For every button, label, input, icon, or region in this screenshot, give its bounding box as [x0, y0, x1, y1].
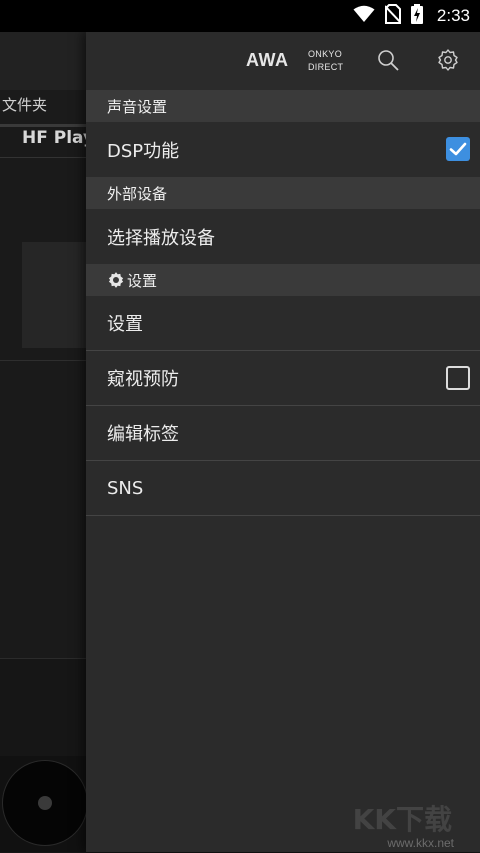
battery-charging-icon — [410, 4, 423, 28]
navigation-drawer: AWA ONKYO DIRECT 声音设置 DSP功能 外部设备 选择播放设备 … — [86, 32, 480, 852]
menu-item-sns[interactable]: SNS — [86, 461, 480, 516]
section-settings: 设置 — [86, 264, 480, 296]
gear-icon — [436, 48, 460, 76]
menu-item-label: 窥视预防 — [107, 369, 179, 390]
onkyo-line2: DIRECT — [308, 62, 344, 72]
menu-item-peek-protect[interactable]: 窥视预防 — [86, 351, 480, 406]
onkyo-direct-logo[interactable]: ONKYO DIRECT — [308, 48, 343, 74]
album-card[interactable] — [22, 242, 90, 348]
section-sound-settings: 声音设置 — [86, 90, 480, 122]
gear-icon — [107, 271, 125, 289]
menu-item-label: 设置 — [107, 314, 143, 335]
background-list-title[interactable]: HF Play — [22, 128, 94, 148]
status-bar: 2:33 — [0, 0, 480, 32]
watermark-text: www.kkx.net — [387, 836, 454, 850]
wifi-icon — [353, 5, 375, 27]
awa-logo[interactable]: AWA — [246, 50, 289, 71]
settings-button[interactable] — [434, 48, 462, 76]
menu-item-select-device[interactable]: 选择播放设备 — [86, 209, 480, 264]
menu-item-dsp[interactable]: DSP功能 — [86, 122, 480, 177]
menu-item-label: 选择播放设备 — [107, 227, 215, 249]
checkmark-icon — [449, 142, 467, 156]
section-external-devices: 外部设备 — [86, 177, 480, 209]
status-icons: 2:33 — [353, 0, 470, 32]
disc-artwork[interactable] — [2, 760, 88, 846]
menu-item-edit-tags[interactable]: 编辑标签 — [86, 406, 480, 461]
no-sim-icon — [384, 4, 402, 28]
tab-indicator — [0, 124, 88, 127]
menu-item-settings[interactable]: 设置 — [86, 296, 480, 351]
status-clock: 2:33 — [436, 6, 470, 25]
drawer-header: AWA ONKYO DIRECT — [86, 32, 480, 90]
menu-item-label: 编辑标签 — [107, 424, 179, 445]
peek-protect-checkbox[interactable] — [446, 366, 470, 390]
section-title: 设置 — [127, 271, 158, 290]
watermark-logo: KK下载 — [352, 803, 452, 836]
search-button[interactable] — [374, 48, 402, 76]
disc-hole — [38, 796, 52, 810]
search-icon — [377, 49, 399, 75]
dsp-checkbox[interactable] — [446, 137, 470, 161]
menu-item-label: SNS — [107, 477, 144, 499]
onkyo-line1: ONKYO — [308, 49, 343, 59]
menu-item-label: DSP功能 — [107, 140, 180, 162]
tab-folder[interactable]: 文件夹 — [2, 94, 47, 115]
